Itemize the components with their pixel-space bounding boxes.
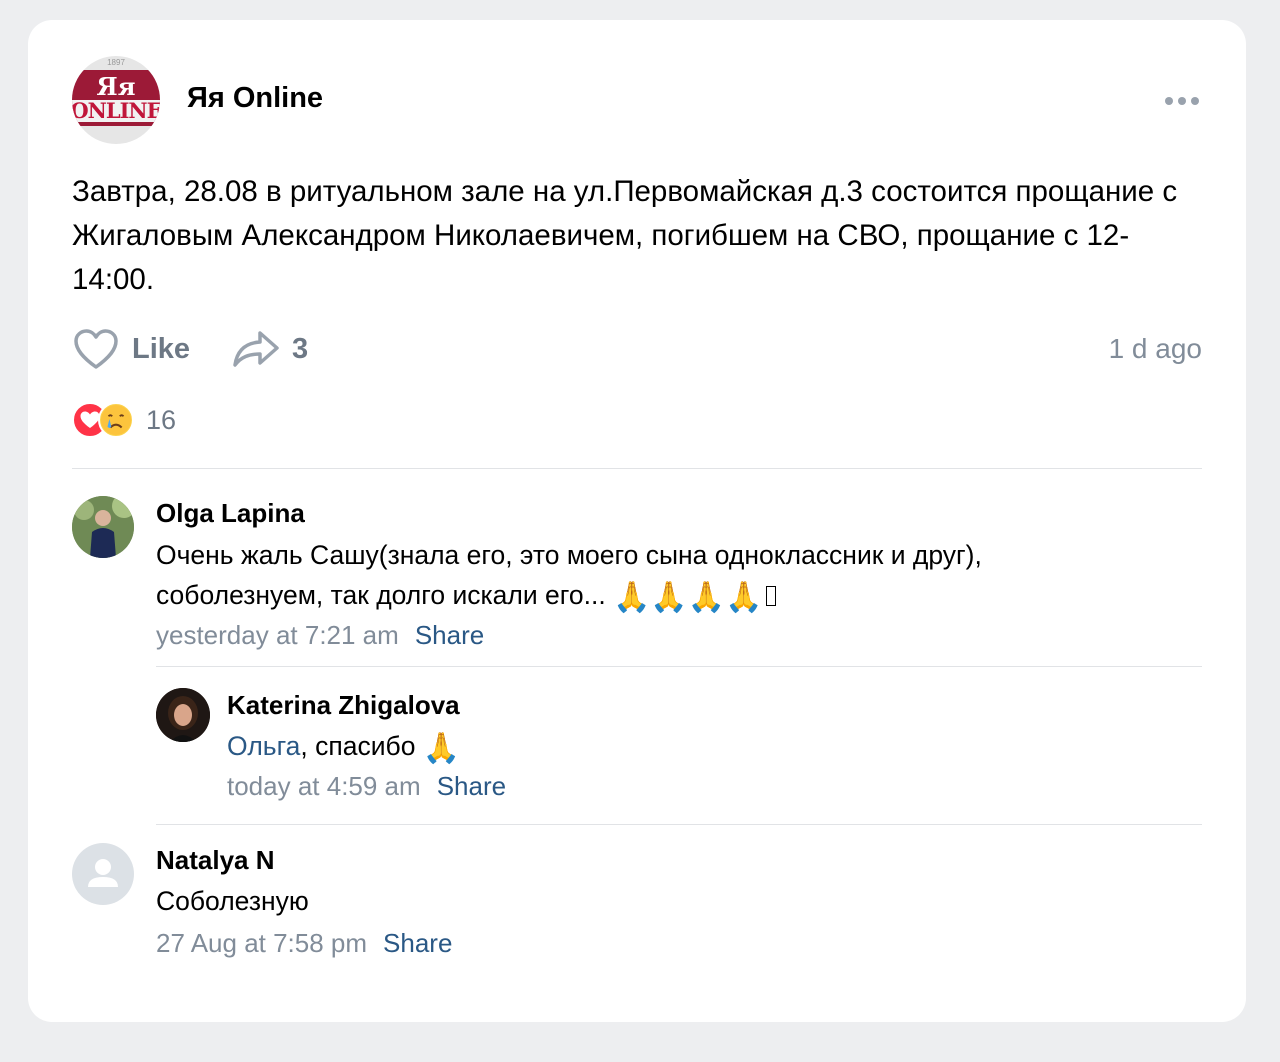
user-icon [88,859,118,887]
reply-text: Ольга, спасибо 🙏 [227,726,1127,766]
reply-time[interactable]: today at 4:59 am [227,771,421,801]
comment-author[interactable]: Natalya N [156,845,275,876]
dot [1191,97,1199,105]
dot [1178,97,1186,105]
divider [156,824,1202,825]
comment-text: Соболезную [156,886,309,916]
heart-outline-icon [74,329,118,369]
comment-time[interactable]: 27 Aug at 7:58 pm [156,928,367,958]
comment-share-link[interactable]: Share [383,928,452,958]
reply-author[interactable]: Katerina Zhigalova [227,690,460,721]
more-options-icon[interactable] [1162,94,1202,108]
post-card: 1897 Яя ONLINE Яя Online Завтра, 28.08 в… [28,20,1246,1022]
logo-band: Яя ONLINE [72,70,160,126]
logo-text-top: Яя [96,71,136,101]
post-time[interactable]: 1 d ago [1109,333,1202,365]
comment-text: Очень жаль Сашу(знала его, это моего сын… [156,535,1116,615]
pray-emoji: 🙏 [422,732,461,765]
divider [156,666,1202,667]
community-name[interactable]: Яя Online [187,82,323,115]
comment-author[interactable]: Olga Lapina [156,498,305,529]
share-count: 3 [292,332,309,365]
mention-link[interactable]: Ольга [227,731,300,761]
reply-body: , спасибо [300,731,416,761]
reply-share-link[interactable]: Share [437,771,506,801]
reaction-count: 16 [146,404,177,435]
reply-meta: today at 4:59 am Share [227,771,506,802]
comment-body: Очень жаль Сашу(знала его, это моего сын… [156,540,982,610]
comment-meta: 27 Aug at 7:58 pm Share [156,928,452,959]
comment-avatar[interactable] [72,496,134,558]
community-avatar[interactable]: 1897 Яя ONLINE [72,56,160,144]
reply-avatar[interactable] [156,688,210,742]
post-header: 1897 Яя ONLINE Яя Online [72,56,1202,144]
dot [1165,97,1173,105]
comment-time[interactable]: yesterday at 7:21 am [156,620,399,650]
pray-emoji: 🙏🙏🙏🙏 [613,581,763,614]
share-arrow-icon [233,331,279,367]
comment-avatar-placeholder[interactable] [72,843,134,905]
post-text: Завтра, 28.08 в ритуальном зале на ул.Пе… [72,175,1178,296]
divider [72,468,1202,469]
logo-text-bottom: ONLINE [72,99,160,122]
reactions-summary[interactable]: 16 [72,400,176,440]
like-button[interactable]: Like [72,324,190,374]
comment-meta: yesterday at 7:21 am Share [156,620,484,651]
logo-year: 1897 [107,58,125,67]
like-label: Like [132,332,191,365]
crying-face-reaction-icon [98,402,134,438]
post-actions: Like 3 1 d ago [72,324,1202,374]
comment-share-link[interactable]: Share [415,620,484,650]
missing-glyph-box [765,586,776,606]
share-button[interactable]: 3 [232,324,308,374]
